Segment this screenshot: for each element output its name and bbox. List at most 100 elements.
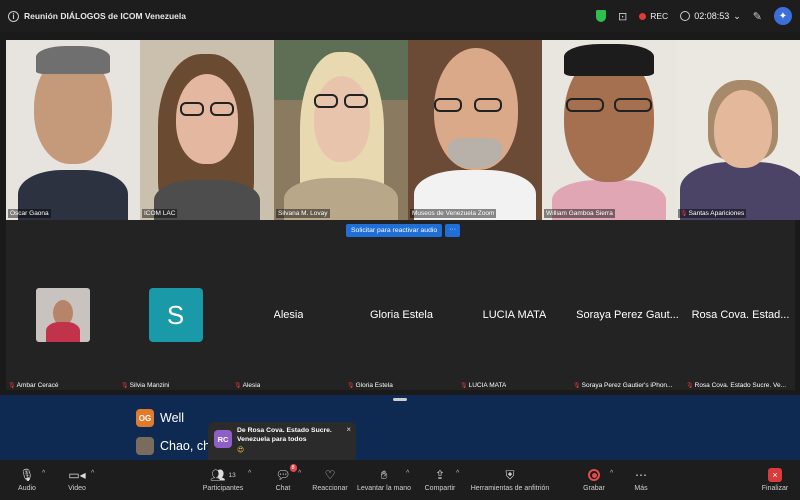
chat-message-text: Chao, ch: [160, 439, 211, 453]
glasses: [344, 94, 368, 108]
participant-display-name: Gloria Estela: [370, 309, 433, 321]
rec-label: REC: [650, 11, 669, 21]
muted-mic-icon: 🎙: [460, 383, 468, 389]
participant-name: Silvana M. Lovay: [276, 209, 330, 218]
participant-name: William Gamboa Sierra: [544, 209, 615, 218]
recording-indicator[interactable]: REC: [639, 11, 668, 21]
chevron-up-icon[interactable]: ^: [456, 470, 459, 477]
shield-icon: ⛨: [505, 467, 515, 482]
chevron-up-icon[interactable]: ^: [406, 470, 409, 477]
share-button[interactable]: ⇪ Compartir: [424, 460, 456, 500]
security-shield-icon[interactable]: [596, 10, 607, 22]
share-screen-icon: ⇪: [434, 468, 446, 482]
video-row: Oscar Gaona ICOM LAC Silvana M. Lovay Mu…: [6, 40, 800, 220]
meeting-title: Reunión DIÁLOGOS de ICOM Venezuela: [24, 11, 186, 21]
participant-name: Museos de Venezuela Zoom: [410, 209, 497, 218]
chevron-up-icon[interactable]: ^: [91, 470, 94, 477]
participant-name: 🎙Silvia Manzini: [121, 382, 170, 389]
chevron-up-icon[interactable]: ^: [248, 470, 251, 477]
participant-tile[interactable]: LUCIA MATA 🎙LUCIA MATA: [458, 240, 571, 390]
participant-tile[interactable]: S 🎙Silvia Manzini: [119, 240, 232, 390]
chat-overlay: [0, 395, 800, 460]
chat-button[interactable]: 💬︎ 8 Chat: [270, 460, 297, 500]
ai-companion-icon[interactable]: ✦: [774, 7, 792, 25]
sender-avatar: [136, 437, 154, 455]
sender-avatar: OG: [136, 409, 154, 427]
participant-name: ICOM LAC: [142, 209, 178, 218]
video-tile-active-speaker[interactable]: William Gamboa Sierra: [542, 40, 676, 220]
meeting-timer[interactable]: 02:08:53 ⌄: [680, 11, 741, 22]
participant-tile[interactable]: Alesia 🎙Alesia: [232, 240, 345, 390]
audio-button[interactable]: 🎙︎ Audio: [14, 460, 40, 500]
end-icon: ×: [768, 468, 782, 482]
chat-message: OG Well: [136, 409, 184, 427]
close-icon[interactable]: ×: [346, 425, 351, 434]
camera-icon: ▭◂: [68, 468, 86, 482]
participant-count: 13: [228, 471, 236, 479]
glasses: [614, 98, 652, 112]
microphone-icon: 🎙︎: [19, 468, 35, 482]
participant-name: 🎙LUCIA MATA: [460, 382, 507, 389]
host-tools-button[interactable]: ⛨ Herramientas de anfitrión: [468, 460, 552, 500]
resize-handle[interactable]: [393, 398, 407, 401]
participant-avatar: S: [148, 288, 203, 342]
react-button[interactable]: ♡ Reaccionar: [310, 460, 350, 500]
participant-name: 🎙Ámbar Ceracé: [8, 382, 59, 389]
glasses: [474, 98, 502, 112]
participant-display-name: Alesia: [273, 309, 304, 321]
muted-mic-icon: 🎙: [573, 383, 581, 389]
more-button[interactable]: ⋯ Más: [630, 460, 652, 500]
participant-tile[interactable]: Gloria Estela 🎙Gloria Estela: [345, 240, 458, 390]
meeting-toolbar: 🎙︎ Audio ^ ▭◂ Video ^ 👥︎ 13 Participantes…: [0, 460, 800, 500]
participant-display-name: LUCIA MATA: [482, 309, 547, 321]
video-tile[interactable]: Oscar Gaona: [6, 40, 140, 220]
participant-name: 🎙Soraya Perez Gautier's iPhon...: [573, 382, 673, 389]
clock-icon: [680, 11, 691, 21]
more-icon: ⋯: [635, 468, 647, 482]
participants-button[interactable]: 👥︎ 13 Participantes: [200, 460, 246, 500]
person-hair: [36, 46, 110, 74]
participant-tile[interactable]: Soraya Perez Gaut... 🎙Soraya Perez Gauti…: [571, 240, 684, 390]
participant-name: Oscar Gaona: [8, 209, 51, 218]
audio-only-row: 🎙Ámbar Ceracé S 🎙Silvia Manzini Alesia 🎙…: [6, 240, 797, 390]
video-tile[interactable]: 🎙Santas Apariciones: [676, 40, 800, 220]
muted-mic-icon: 🎙: [680, 211, 688, 217]
request-unmute-button[interactable]: Solicitar para reactivar audio: [346, 224, 443, 237]
video-tile[interactable]: Silvana M. Lovay: [274, 40, 408, 220]
end-meeting-button[interactable]: × Finalizar: [760, 460, 790, 500]
person-hair: [564, 44, 654, 76]
hand-icon: ✋︎: [380, 467, 388, 482]
participant-name: 🎙Rosa Cova. Estado Sucre. Ve...: [686, 382, 787, 389]
more-options-button[interactable]: ···: [445, 224, 461, 237]
raise-hand-button[interactable]: ✋︎ Levantar la mano: [356, 460, 412, 500]
pen-icon[interactable]: ✎: [753, 10, 762, 23]
video-button[interactable]: ▭◂ Video: [64, 460, 90, 500]
glasses: [314, 94, 338, 108]
chat-icon: 💬︎ 8: [275, 464, 297, 482]
muted-mic-icon: 🎙: [8, 383, 16, 389]
title-bar: i Reunión DIÁLOGOS de ICOM Venezuela ⊡ R…: [0, 0, 800, 32]
participant-name: 🎙Alesia: [234, 382, 261, 389]
person-head: [176, 74, 238, 164]
chevron-up-icon[interactable]: ^: [298, 470, 301, 477]
chevron-up-icon[interactable]: ^: [42, 470, 45, 477]
participant-name: 🎙Gloria Estela: [347, 382, 393, 389]
record-button[interactable]: Grabar: [582, 460, 606, 500]
chevron-down-icon: ⌄: [733, 10, 741, 21]
title-bar-controls: ⊡ REC 02:08:53 ⌄ ✎ ✦: [596, 0, 792, 32]
glasses: [180, 102, 204, 116]
participant-tile[interactable]: 🎙Ámbar Ceracé: [6, 240, 119, 390]
video-tile[interactable]: ICOM LAC: [140, 40, 274, 220]
stop-sharing-icon[interactable]: ⊡: [618, 10, 627, 23]
participant-display-name: Soraya Perez Gaut...: [576, 309, 679, 321]
chat-notification[interactable]: RC De Rosa Cova. Estado Sucre. Venezuela…: [208, 422, 356, 464]
video-tile[interactable]: Museos de Venezuela Zoom: [408, 40, 542, 220]
muted-mic-icon: 🎙: [234, 383, 242, 389]
timer-value: 02:08:53: [694, 11, 730, 21]
person-head: [714, 90, 772, 168]
muted-mic-icon: 🎙: [347, 383, 355, 389]
unread-badge: 8: [289, 464, 297, 472]
info-icon[interactable]: i: [8, 10, 19, 22]
chevron-up-icon[interactable]: ^: [610, 470, 613, 477]
participant-tile[interactable]: Rosa Cova. Estad... 🎙Rosa Cova. Estado S…: [684, 240, 797, 390]
